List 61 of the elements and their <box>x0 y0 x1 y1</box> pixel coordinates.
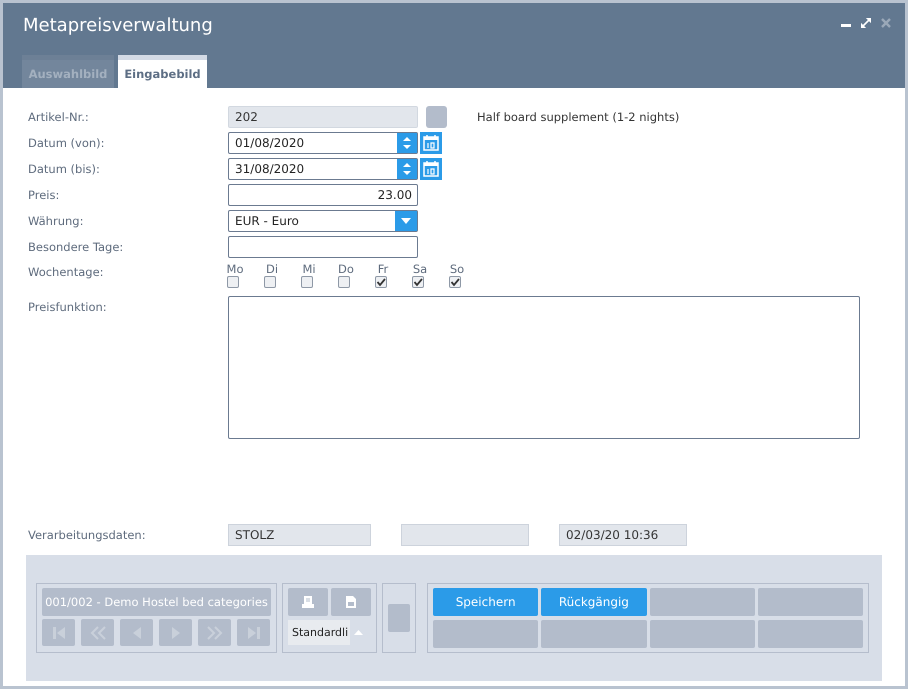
empty-button[interactable] <box>758 620 863 648</box>
weekday-label: Sa <box>412 262 428 276</box>
field-label: Preisfunktion: <box>28 300 108 314</box>
empty-button[interactable] <box>758 588 863 616</box>
lookup-button[interactable] <box>426 106 447 128</box>
weekday-label: Mo <box>226 262 244 276</box>
tab[interactable]: Eingabebild <box>118 55 207 88</box>
export-button[interactable] <box>331 588 371 616</box>
nav-button[interactable] <box>237 619 270 646</box>
close-icon[interactable] <box>881 18 891 28</box>
nav-button[interactable] <box>198 619 231 646</box>
checkbox[interactable] <box>264 276 276 288</box>
field-label: Währung: <box>28 214 84 228</box>
nav-button[interactable] <box>81 619 114 646</box>
checkbox[interactable] <box>412 276 424 288</box>
print-button[interactable] <box>288 588 328 616</box>
input-field[interactable] <box>228 236 418 258</box>
field-label: Preis: <box>28 188 60 202</box>
timestamp-field: 02/03/20 10:36 <box>559 524 687 546</box>
checkbox[interactable] <box>227 276 239 288</box>
document-icon <box>344 595 358 609</box>
weekday-label: Mi <box>302 262 316 276</box>
field-label: Wochentage: <box>28 265 105 279</box>
blank-button[interactable] <box>388 604 410 632</box>
checkbox[interactable] <box>301 276 313 288</box>
field-label: Artikel-Nr.: <box>28 110 90 124</box>
user-field: STOLZ <box>228 524 371 546</box>
field-label: Besondere Tage: <box>28 240 124 254</box>
article-description: Half board supplement (1-2 nights) <box>477 110 680 124</box>
date-field[interactable]: 31/08/2020 <box>228 158 418 180</box>
empty-button[interactable] <box>541 620 646 648</box>
field-label: Verarbeitungsdaten: <box>28 528 147 542</box>
calendar-icon[interactable] <box>420 132 442 154</box>
empty-button[interactable] <box>650 588 755 616</box>
empty-button[interactable] <box>650 620 755 648</box>
weekday-label: Fr <box>378 262 388 276</box>
printer-icon <box>301 595 315 609</box>
field-label: Datum (von): <box>28 136 106 150</box>
nav-button[interactable] <box>159 619 192 646</box>
field-label: Datum (bis): <box>28 162 101 176</box>
text-area[interactable] <box>228 296 860 439</box>
checkbox[interactable] <box>375 276 387 288</box>
checkbox[interactable] <box>449 276 461 288</box>
nav-button[interactable] <box>42 619 75 646</box>
weekday-label: Do <box>338 262 354 276</box>
date-field[interactable]: 01/08/2020 <box>228 132 418 154</box>
nav-button[interactable] <box>120 619 153 646</box>
spinner-icon[interactable] <box>397 133 417 153</box>
maximize-icon[interactable] <box>861 18 871 28</box>
weekday-label: Di <box>266 262 278 276</box>
caret-icon <box>354 630 364 635</box>
spinner-icon[interactable] <box>397 159 417 179</box>
caret-icon <box>401 218 411 224</box>
calendar-icon[interactable] <box>420 158 442 180</box>
weekday-label: So <box>450 262 464 276</box>
empty-button[interactable] <box>433 620 538 648</box>
checkbox[interactable] <box>338 276 350 288</box>
currency-dropdown[interactable]: EUR - Euro <box>228 210 418 232</box>
window-title: Metapreisverwaltung <box>23 15 213 36</box>
price-field[interactable]: 23.00 <box>228 184 418 206</box>
article-number-field: 202 <box>228 106 418 128</box>
